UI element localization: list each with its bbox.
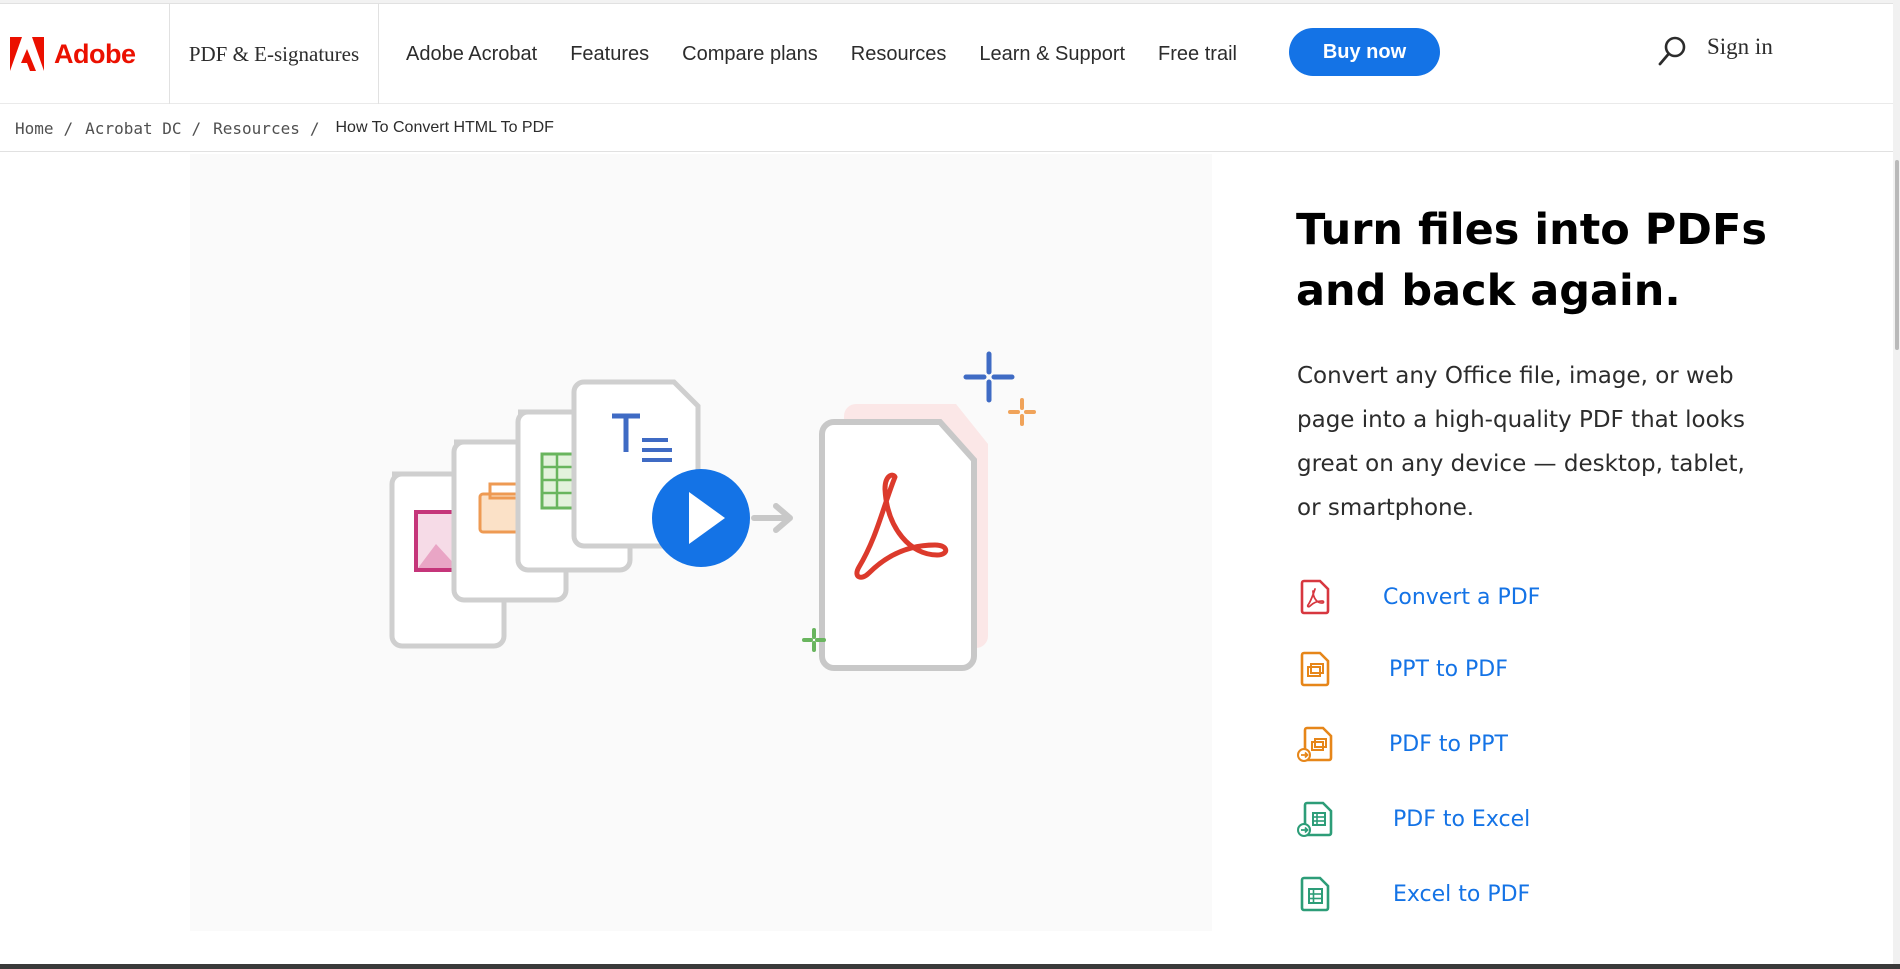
breadcrumb: Home / Acrobat DC / Resources / How To C… — [0, 105, 1893, 152]
section-title-line-2: and back again. — [1296, 266, 1681, 316]
link-pdf-to-excel[interactable]: PDF to Excel — [1297, 797, 1530, 841]
file-conversion-illustration — [389, 351, 1036, 671]
breadcrumb-current: How To Convert HTML To PDF — [335, 119, 554, 136]
link-label[interactable]: Convert a PDF — [1383, 585, 1540, 610]
nav-free-trial[interactable]: Free trail — [1158, 43, 1237, 66]
product-menu[interactable]: PDF & E-signatures — [170, 4, 379, 104]
breadcrumb-home[interactable]: Home — [15, 119, 54, 138]
play-icon[interactable] — [652, 469, 750, 567]
link-excel-to-pdf[interactable]: Excel to PDF — [1297, 872, 1530, 916]
section-title-line-1: Turn files into PDFs — [1296, 205, 1767, 255]
global-nav: Adobe PDF & E-signatures Adobe Acrobat F… — [0, 4, 1893, 104]
ppt-file-icon — [1300, 651, 1330, 687]
link-convert-a-pdf[interactable]: Convert a PDF — [1297, 575, 1540, 619]
link-label[interactable]: Excel to PDF — [1393, 882, 1530, 907]
pdf-file-icon — [819, 404, 988, 671]
adobe-wordmark: Adobe — [54, 38, 136, 69]
link-label[interactable]: PDF to PPT — [1389, 732, 1508, 757]
hero-video[interactable] — [190, 154, 1212, 931]
sparkle-orange-icon — [1008, 398, 1036, 426]
nav-resources[interactable]: Resources — [851, 43, 947, 66]
breadcrumb-resources[interactable]: Resources — [213, 119, 300, 138]
pdf-file-icon — [1300, 579, 1330, 615]
breadcrumb-separator: / — [191, 118, 202, 138]
link-label[interactable]: PPT to PDF — [1389, 657, 1508, 682]
nav-compare-plans[interactable]: Compare plans — [682, 43, 818, 66]
main-nav: Adobe Acrobat Features Compare plans Res… — [406, 4, 1270, 104]
breadcrumb-separator: / — [63, 118, 74, 138]
link-pdf-to-ppt[interactable]: PDF to PPT — [1297, 722, 1508, 766]
breadcrumb-separator: / — [309, 118, 320, 138]
scrollbar-track[interactable] — [1893, 0, 1900, 969]
pdf-to-excel-icon — [1297, 801, 1333, 837]
link-label[interactable]: PDF to Excel — [1393, 807, 1530, 832]
excel-file-icon — [1300, 876, 1330, 912]
pdf-to-ppt-icon — [1297, 726, 1333, 762]
link-ppt-to-pdf[interactable]: PPT to PDF — [1297, 647, 1508, 691]
buy-now-button[interactable]: Buy now — [1289, 28, 1440, 76]
section-title: Turn files into PDFs and back again. — [1296, 200, 1816, 322]
sign-in-link[interactable]: Sign in — [1707, 34, 1773, 60]
nav-features[interactable]: Features — [570, 43, 649, 66]
breadcrumb-acrobat-dc[interactable]: Acrobat DC — [85, 119, 181, 138]
nav-learn-support[interactable]: Learn & Support — [979, 43, 1125, 66]
adobe-logo-icon — [10, 37, 44, 71]
sparkle-blue-icon — [963, 351, 1015, 403]
section-description: Convert any Office file, image, or web p… — [1297, 363, 1745, 521]
window-bottom-edge — [0, 964, 1900, 969]
scrollbar-thumb[interactable] — [1895, 160, 1899, 350]
adobe-logo[interactable]: Adobe — [0, 4, 170, 104]
search-icon[interactable] — [1657, 35, 1687, 67]
arrow-right-icon — [751, 503, 793, 533]
nav-adobe-acrobat[interactable]: Adobe Acrobat — [406, 43, 537, 66]
